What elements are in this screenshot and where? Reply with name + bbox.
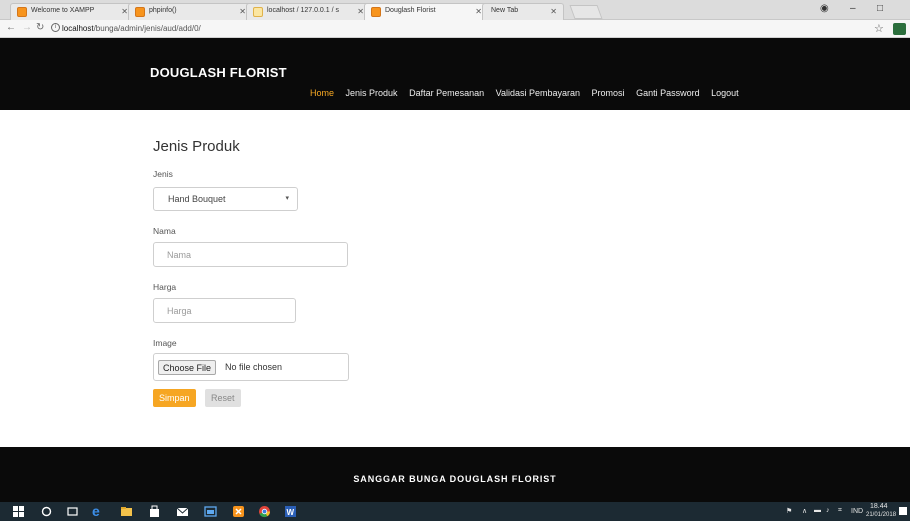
image-file-input[interactable]: Choose File No file chosen [153,353,349,381]
tab-title: Welcome to XAMPP [31,7,95,14]
new-tab-button[interactable] [569,5,603,19]
tab-title: New Tab [491,7,519,14]
edge-icon[interactable]: e [92,503,100,519]
chrome-icon[interactable] [258,505,271,518]
brand-logo-text[interactable]: DOUGLASH FLORIST [150,65,287,80]
site-footer: SANGGAR BUNGA DOUGLASH FLORIST [0,447,910,502]
notifications-icon[interactable] [897,505,910,518]
app-window-icon[interactable] [204,505,217,518]
phpmyadmin-favicon-icon [253,7,263,17]
address-bar: ← → ↻ i localhost/bunga/admin/jenis/aud/… [0,20,910,38]
battery-icon[interactable]: ▬ [814,507,821,514]
mail-icon[interactable] [176,505,189,518]
reset-button[interactable]: Reset [205,389,241,407]
nav-jenis-produk[interactable]: Jenis Produk [346,88,398,98]
nama-placeholder: Nama [167,250,192,260]
tab-douglash-florist[interactable]: Douglash Florist ✕ [364,3,489,20]
windows-taskbar: e W ⚑ ∧ ▬ ♪ ⌗ IND 18.44 21/01/2018 [0,502,910,521]
file-status: No file chosen [225,362,283,372]
clock-date[interactable]: 21/01/2018 [866,512,896,518]
save-button[interactable]: Simpan [153,389,196,407]
search-icon[interactable] [40,505,53,518]
network-icon[interactable]: ⌗ [838,507,842,515]
file-explorer-icon[interactable] [120,505,133,518]
url-input[interactable]: localhost/bunga/admin/jenis/aud/add/0/ [62,24,201,33]
dropdown-caret-icon: ▾ [285,195,289,202]
people-icon[interactable]: ⚑ [786,507,792,515]
jenis-select[interactable]: Hand Bouquet ▾ [153,187,298,211]
volume-icon[interactable]: ♪ [826,507,830,514]
tab-new-tab[interactable]: New Tab ✕ [482,3,564,20]
harga-label: Harga [153,282,177,292]
browser-tab-bar: Welcome to XAMPP ✕ phpinfo() ✕ localhost… [0,0,910,20]
back-arrow-icon[interactable]: ← [6,22,16,33]
nav-ganti-password[interactable]: Ganti Password [636,88,700,98]
xampp-icon[interactable] [232,505,245,518]
nav-validasi-pembayaran[interactable]: Validasi Pembayaran [496,88,580,98]
nama-label: Nama [153,226,176,236]
tab-title: localhost / 127.0.0.1 / s [267,7,339,14]
page-title: Jenis Produk [153,138,240,155]
nav-logout[interactable]: Logout [711,88,739,98]
tab-phpmyadmin[interactable]: localhost / 127.0.0.1 / s ✕ [246,3,371,20]
bookmark-star-icon[interactable]: ☆ [874,22,884,35]
image-label: Image [153,338,177,348]
xampp-favicon-icon [371,7,381,17]
svg-text:W: W [287,508,295,517]
tab-title: Douglash Florist [385,7,436,14]
choose-file-button[interactable]: Choose File [158,360,217,375]
harga-placeholder: Harga [167,306,192,316]
site-header: DOUGLASH FLORIST Home Jenis Produk Dafta… [0,38,910,110]
extension-icon[interactable] [893,23,906,35]
info-icon[interactable]: i [51,23,60,32]
minimize-icon[interactable]: – [850,3,856,14]
reload-icon[interactable]: ↻ [36,22,44,33]
word-icon[interactable]: W [284,505,297,518]
tab-title: phpinfo() [149,7,177,14]
harga-input[interactable]: Harga [153,298,296,323]
profile-icon[interactable]: ◉ [820,3,829,14]
maximize-icon[interactable]: □ [877,3,883,14]
windows-start-icon[interactable] [12,505,25,518]
nama-input[interactable]: Nama [153,242,348,267]
jenis-selected-value: Hand Bouquet [168,194,226,204]
url-path: /bunga/admin/jenis/aud/add/0/ [93,24,201,33]
xampp-favicon-icon [17,7,27,17]
close-icon[interactable]: ✕ [357,7,364,16]
footer-text: SANGGAR BUNGA DOUGLASH FLORIST [353,474,557,484]
close-icon[interactable]: ✕ [239,7,246,16]
chevron-up-icon[interactable]: ∧ [802,507,807,515]
clock-time[interactable]: 18.44 [870,503,888,510]
nav-home[interactable]: Home [310,88,334,98]
close-icon[interactable]: ✕ [121,7,128,16]
jenis-label: Jenis [153,169,173,179]
store-icon[interactable] [148,505,161,518]
url-host: localhost [62,24,94,33]
nav-daftar-pemesanan[interactable]: Daftar Pemesanan [409,88,484,98]
task-view-icon[interactable] [66,505,79,518]
nav-promosi[interactable]: Promosi [592,88,625,98]
tab-welcome-xampp[interactable]: Welcome to XAMPP ✕ [10,3,135,20]
language-indicator[interactable]: IND [851,508,863,515]
close-icon[interactable]: ✕ [550,7,557,16]
close-icon[interactable]: ✕ [475,7,482,16]
main-nav: Home Jenis Produk Daftar Pemesanan Valid… [310,88,748,98]
forward-arrow-icon[interactable]: → [22,22,32,33]
xampp-favicon-icon [135,7,145,17]
tab-phpinfo[interactable]: phpinfo() ✕ [128,3,253,20]
